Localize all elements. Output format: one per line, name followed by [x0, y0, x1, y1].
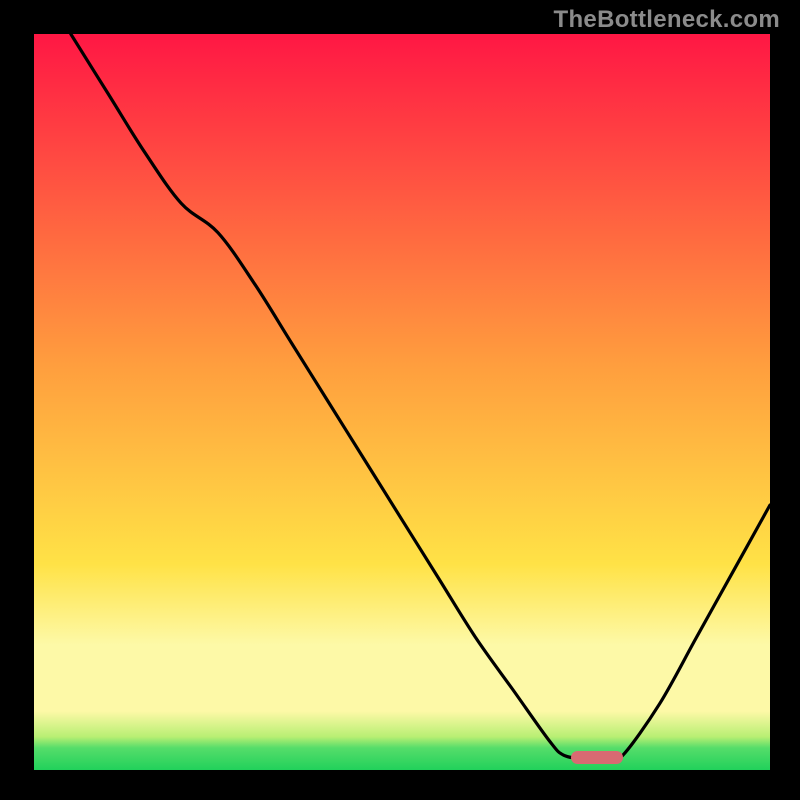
watermark-text: TheBottleneck.com — [554, 6, 780, 34]
gradient-background — [34, 34, 770, 770]
chart-frame — [34, 34, 770, 770]
chart-plot — [34, 34, 770, 770]
optimal-range-marker — [571, 751, 623, 764]
